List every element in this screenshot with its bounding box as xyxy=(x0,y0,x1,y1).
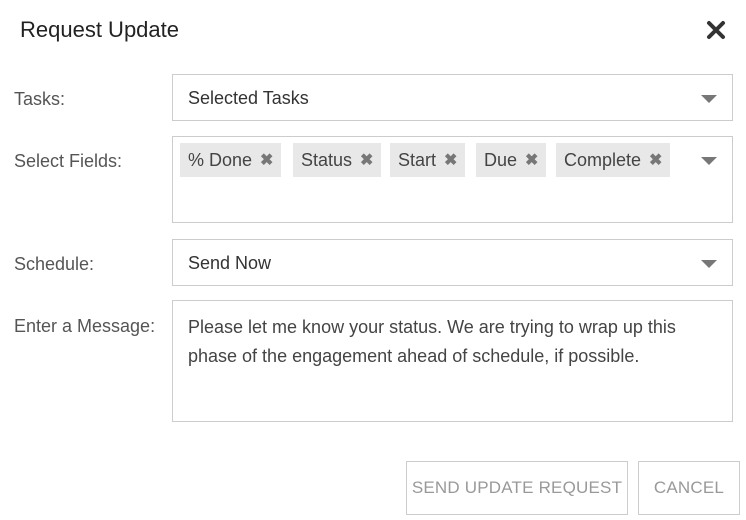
chip-label: Due xyxy=(484,149,518,170)
chip-label: Status xyxy=(301,149,353,170)
chevron-down-icon xyxy=(701,95,717,103)
remove-chip-icon[interactable]: ✖ xyxy=(525,150,538,170)
chip-label: Start xyxy=(398,149,437,170)
remove-chip-icon[interactable]: ✖ xyxy=(649,150,662,170)
chevron-down-icon[interactable] xyxy=(701,157,717,165)
field-chip: % Done ✖ xyxy=(180,143,282,177)
tasks-select[interactable]: Selected Tasks xyxy=(172,74,733,121)
select-fields-label: Select Fields: xyxy=(14,151,123,171)
schedule-select[interactable]: Send Now xyxy=(172,239,733,286)
dialog-title: Request Update xyxy=(20,17,179,42)
close-icon[interactable] xyxy=(704,18,728,42)
send-update-request-button[interactable]: SEND UPDATE REQUEST xyxy=(406,461,628,515)
field-chip: Due ✖ xyxy=(476,143,547,177)
chip-label: % Done xyxy=(188,149,253,170)
remove-chip-icon[interactable]: ✖ xyxy=(260,150,273,170)
field-chip: Status ✖ xyxy=(293,143,382,177)
remove-chip-icon[interactable]: ✖ xyxy=(444,150,457,170)
fields-multiselect[interactable]: % Done ✖ Status ✖ Start ✖ Due ✖ Complete… xyxy=(172,136,733,223)
tasks-select-value: Selected Tasks xyxy=(188,88,309,108)
message-label: Enter a Message: xyxy=(14,316,156,336)
chip-label: Complete xyxy=(564,149,642,170)
schedule-label: Schedule: xyxy=(14,254,95,274)
chevron-down-icon xyxy=(701,260,717,268)
cancel-button[interactable]: CANCEL xyxy=(638,461,740,515)
tasks-label: Tasks: xyxy=(14,89,66,109)
schedule-select-value: Send Now xyxy=(188,253,272,273)
field-chip: Start ✖ xyxy=(390,143,466,177)
message-text: Please let me know your status. We are t… xyxy=(188,317,676,366)
remove-chip-icon[interactable]: ✖ xyxy=(360,150,373,170)
message-textarea[interactable]: Please let me know your status. We are t… xyxy=(172,300,733,422)
field-chip: Complete ✖ xyxy=(556,143,671,177)
